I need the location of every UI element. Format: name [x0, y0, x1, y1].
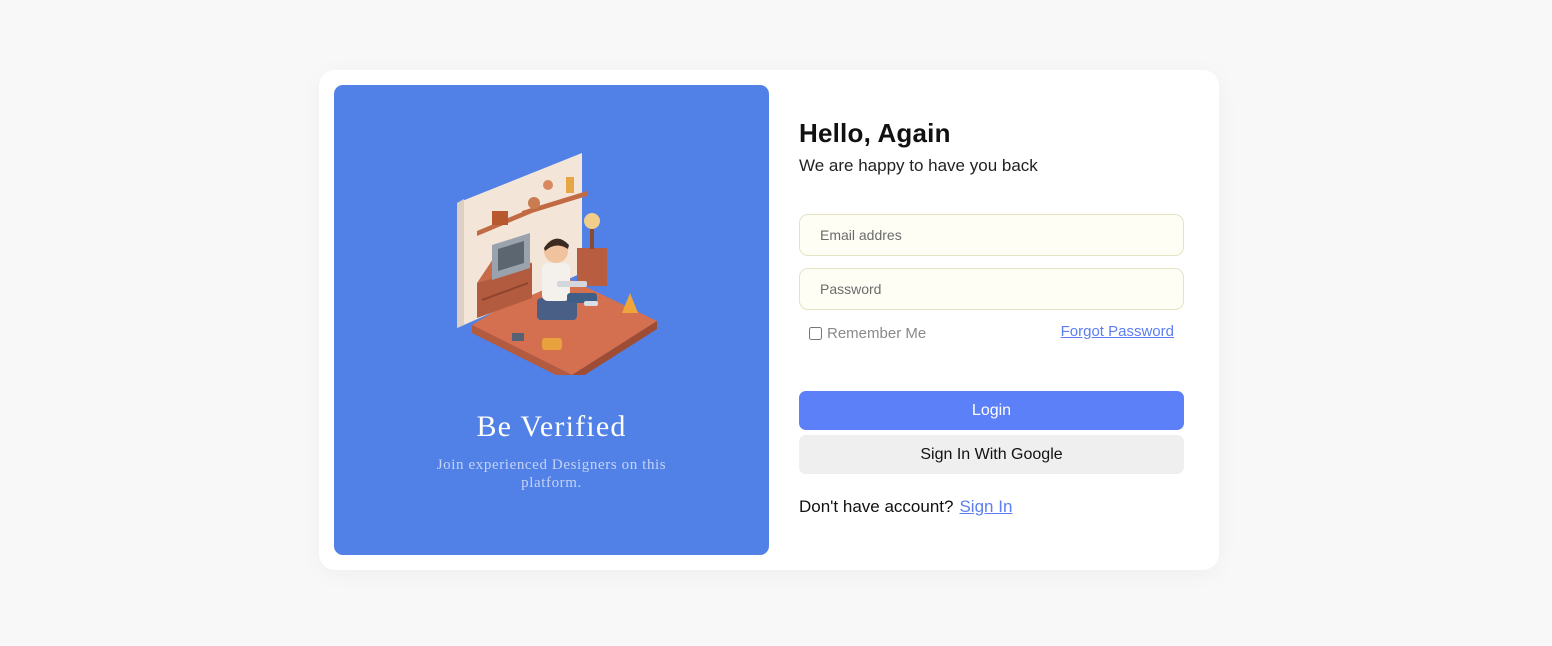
isometric-room-illustration-icon [457, 153, 657, 375]
no-account-text: Don't have account? [799, 497, 954, 516]
remember-me-label: Remember Me [827, 325, 927, 342]
login-form: Hello, Again We are happy to have you ba… [799, 70, 1184, 570]
email-field[interactable] [799, 214, 1184, 256]
signin-link[interactable]: Sign In [959, 497, 1012, 517]
password-field[interactable] [799, 268, 1184, 310]
remember-me[interactable]: Remember Me [809, 325, 926, 342]
signup-prompt: Don't have account? Sign In [799, 497, 1012, 517]
forgot-password-link[interactable]: Forgot Password [1061, 323, 1174, 340]
page-title: Hello, Again [799, 118, 951, 148]
promo-panel: Be Verified Join experienced Designers o… [334, 85, 769, 555]
login-button[interactable]: Login [799, 391, 1184, 430]
google-signin-button[interactable]: Sign In With Google [799, 435, 1184, 474]
login-card: Be Verified Join experienced Designers o… [319, 70, 1219, 570]
remember-me-checkbox[interactable] [809, 327, 822, 340]
promo-subtitle: Join experienced Designers on this platf… [436, 457, 667, 491]
promo-title: Be Verified [476, 410, 627, 443]
page-subtitle: We are happy to have you back [799, 156, 1038, 175]
